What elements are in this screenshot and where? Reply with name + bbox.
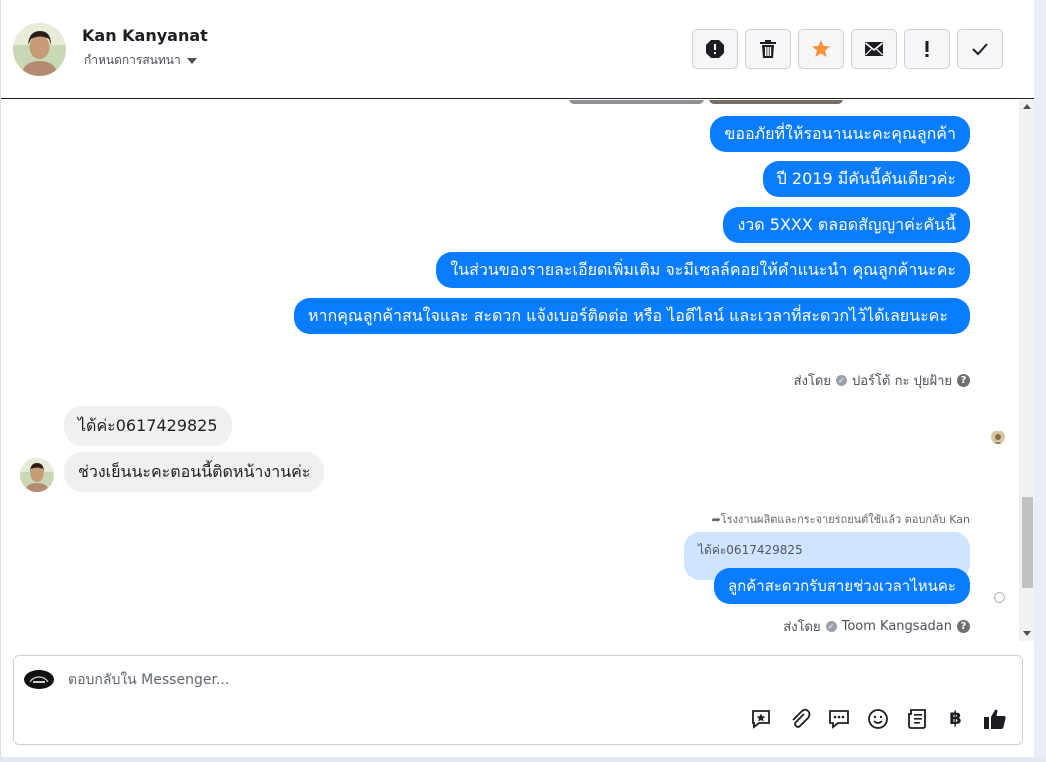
contact-name[interactable]: Kan Kanyanat	[82, 26, 208, 45]
shared-image-thumbnail[interactable]	[569, 100, 704, 104]
message-composer: ฿	[13, 655, 1023, 745]
follow-up-button[interactable]	[904, 29, 950, 69]
assign-conversation-label: กำหนดการสนทนา	[84, 53, 181, 67]
quick-reply-button[interactable]	[826, 706, 851, 731]
scroll-up-arrow-icon[interactable]	[1023, 104, 1031, 109]
contact-avatar-small[interactable]	[20, 458, 54, 492]
scroll-down-arrow-icon[interactable]	[1023, 631, 1031, 636]
contact-avatar[interactable]	[13, 23, 66, 76]
help-icon[interactable]: ?	[957, 374, 970, 387]
reply-arrow-icon: ➦	[711, 513, 721, 526]
incoming-message[interactable]: ช่วงเย็นนะคะตอนนี้ติดหน้างานค่ะ	[64, 452, 325, 492]
star-button[interactable]	[798, 29, 844, 69]
emoji-icon	[867, 708, 888, 729]
conversation-toolbar	[692, 29, 1003, 69]
exclamation-icon	[925, 41, 929, 57]
emoji-button[interactable]	[865, 706, 890, 731]
shared-image-thumbnail[interactable]	[709, 100, 843, 104]
message-input[interactable]	[68, 669, 668, 691]
quick-reply-icon	[828, 709, 849, 729]
verified-icon: ✓	[825, 621, 837, 632]
composer-toolbar: ฿	[748, 706, 1007, 731]
reply-context-text: โรงงานผลิตและกระจายรถยนต์ใช้แล้ว ตอบกลับ…	[720, 513, 970, 526]
outgoing-message[interactable]: ปี 2019 มีคันนี้คันเดียวค่ะ	[762, 161, 970, 197]
trash-icon	[760, 40, 776, 58]
page-avatar	[24, 670, 54, 689]
outgoing-message[interactable]: ขออภัยที่ให้รอนานนะคะคุณลูกค้า	[710, 116, 970, 152]
delivered-status-icon	[994, 592, 1005, 603]
message-thread: ขออภัยที่ให้รอนานนะคะคุณลูกค้า ปี 2019 ม…	[1, 100, 1019, 641]
baht-payment-icon: ฿	[949, 708, 962, 729]
attachment-icon	[791, 708, 810, 728]
payment-button[interactable]: ฿	[943, 706, 968, 731]
help-icon[interactable]: ?	[957, 620, 970, 633]
outgoing-message[interactable]: งวด 5XXX ตลอดสัญญาค่ะคันนี้	[723, 207, 970, 243]
sent-by-label: ส่งโดย	[783, 620, 821, 635]
appointment-icon	[907, 708, 926, 729]
saved-reply-button[interactable]	[748, 706, 773, 731]
envelope-icon	[864, 42, 884, 56]
attach-file-button[interactable]	[787, 706, 812, 731]
seen-indicator-avatar	[991, 430, 1005, 444]
star-icon	[812, 40, 830, 57]
sender-name[interactable]: ปอร์โต้ กะ ปุยฝ้าย	[852, 370, 952, 391]
inbox-conversation-panel: Kan Kanyanat กำหนดการสนทนา ขออภัยที่ให้ร…	[0, 0, 1035, 762]
delete-button[interactable]	[745, 29, 791, 69]
outgoing-message[interactable]: ในส่วนของรายละเอียดเพิ่มเติม จะมีเซลล์คอ…	[436, 252, 970, 288]
like-button[interactable]	[982, 706, 1007, 731]
mark-spam-button[interactable]	[692, 29, 738, 69]
sent-by-info: ส่งโดย ✓ ปอร์โต้ กะ ปุยฝ้าย ?	[794, 370, 970, 391]
conversation-header: Kan Kanyanat กำหนดการสนทนา	[1, 0, 1035, 99]
mark-unread-button[interactable]	[851, 29, 897, 69]
check-icon	[972, 43, 988, 56]
spam-icon	[706, 40, 724, 58]
chevron-down-icon	[186, 57, 197, 64]
appointment-button[interactable]	[904, 706, 929, 731]
incoming-message[interactable]: ได้ค่ะ0617429825	[64, 406, 232, 446]
saved-reply-icon	[751, 709, 770, 729]
verified-icon: ✓	[836, 375, 847, 386]
outgoing-message[interactable]: ลูกค้าสะดวกรับสายช่วงเวลาไหนคะ	[713, 568, 970, 604]
sent-by-label: ส่งโดย	[793, 374, 831, 389]
sender-name[interactable]: Toom Kangsadan	[842, 619, 952, 634]
page-edge	[0, 757, 1046, 762]
assign-conversation-dropdown[interactable]: กำหนดการสนทนา	[84, 51, 197, 70]
outgoing-message[interactable]: หากคุณลูกค้าสนใจและ สะดวก แจ้งเบอร์ติดต่…	[294, 298, 970, 334]
page-edge	[1034, 0, 1046, 762]
thread-scrollbar[interactable]	[1019, 100, 1035, 641]
scroll-thumb[interactable]	[1022, 497, 1033, 588]
reply-context: ➦โรงงานผลิตและกระจายรถยนต์ใช้แล้ว ตอบกลั…	[712, 510, 970, 528]
mark-done-button[interactable]	[957, 29, 1003, 69]
sent-by-info: ส่งโดย ✓ Toom Kangsadan ?	[783, 616, 970, 637]
thumbs-up-icon	[983, 709, 1006, 729]
